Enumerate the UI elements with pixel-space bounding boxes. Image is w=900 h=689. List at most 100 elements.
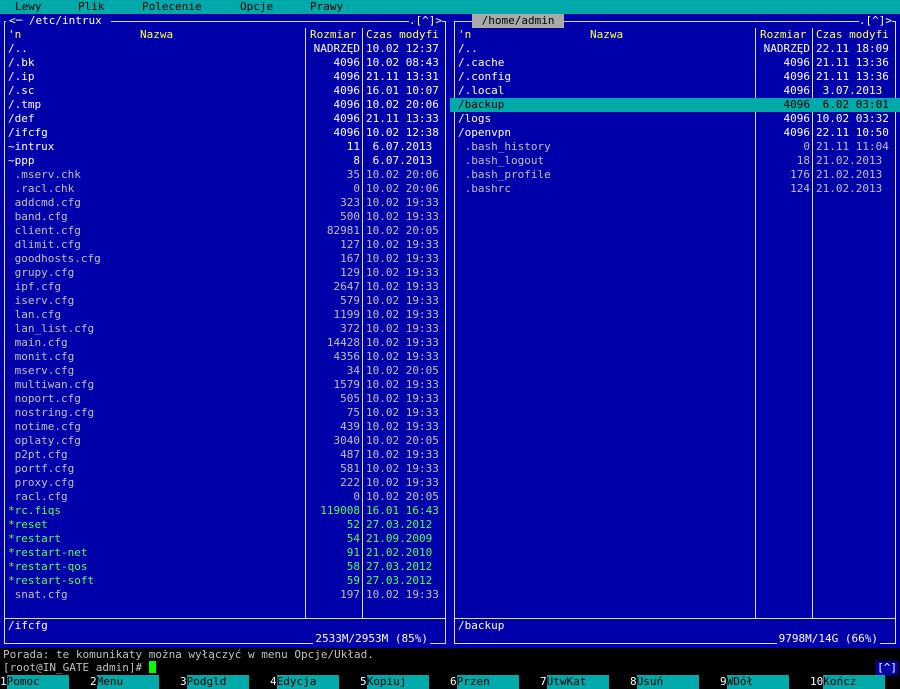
hint-line: Porada: te komunikaty można wyłączyć w m… <box>3 648 374 661</box>
file-mtime: 21.02.2013 <box>816 154 883 167</box>
file-name: iserv.cfg <box>8 294 75 307</box>
fkey-2-button[interactable]: 2Menu <box>90 675 159 689</box>
menu-command[interactable]: Polecenie <box>142 0 202 14</box>
left-file-row[interactable]: p2pt.cfg 487 10.02 19:33 <box>0 448 450 462</box>
left-file-row[interactable]: *restart 54 21.09.2009 <box>0 532 450 546</box>
left-file-row[interactable]: client.cfg 82981 10.02 20:05 <box>0 224 450 238</box>
left-panel-path[interactable]: <─ /etc/intrux <box>6 14 112 28</box>
fkey-label: Kończ <box>823 675 886 689</box>
left-file-row[interactable]: /.bk 4096 10.02 08:43 <box>0 56 450 70</box>
fkey-10-button[interactable]: 10Kończ <box>810 675 886 689</box>
right-file-row[interactable]: .bashrc 124 21.02.2013 <box>450 182 900 196</box>
menu-file[interactable]: Plik <box>78 0 105 14</box>
left-file-row[interactable]: /def 4096 21.11 13:33 <box>0 112 450 126</box>
right-file-row[interactable]: /.. NADRZĘD 22.11 18:09 <box>450 42 900 56</box>
menu-right[interactable]: Prawy <box>310 0 343 14</box>
left-file-row[interactable]: .mserv.chk 35 10.02 20:06 <box>0 168 450 182</box>
right-col-time[interactable]: Czas modyfi <box>816 28 889 42</box>
file-size: 4096 <box>333 98 361 111</box>
left-file-row[interactable]: /.tmp 4096 10.02 20:06 <box>0 98 450 112</box>
right-panel[interactable]: /home/admin .[^]> 'n Nazwa Rozmiar Czas … <box>450 14 900 648</box>
left-file-row[interactable]: *restart-qos 58 27.03.2012 <box>0 560 450 574</box>
fkey-4-button[interactable]: 4Edycja <box>270 675 339 689</box>
file-name: lan_list.cfg <box>8 322 95 335</box>
left-file-row[interactable]: .racl.chk 0 10.02 20:06 <box>0 182 450 196</box>
history-left-arrow[interactable]: < <box>9 14 16 27</box>
fkey-9-button[interactable]: 9WDół <box>720 675 789 689</box>
left-file-row[interactable]: main.cfg 14428 10.02 19:33 <box>0 336 450 350</box>
left-file-row[interactable]: *restart-soft 59 27.03.2012 <box>0 574 450 588</box>
right-file-row[interactable]: .bash_history 0 21.11 11:04 <box>450 140 900 154</box>
left-file-row[interactable]: *reset 52 27.03.2012 <box>0 518 450 532</box>
right-panel-path[interactable]: /home/admin <box>472 14 565 28</box>
file-mtime: 21.02.2013 <box>816 182 883 195</box>
fkey-6-button[interactable]: 6Przen <box>450 675 519 689</box>
right-file-row[interactable]: /.config 4096 21.11 13:36 <box>450 70 900 84</box>
menu-options[interactable]: Opcje <box>240 0 273 14</box>
left-file-row[interactable]: oplaty.cfg 3040 10.02 20:05 <box>0 434 450 448</box>
left-file-row[interactable]: portf.cfg 581 10.02 19:33 <box>0 462 450 476</box>
left-file-row[interactable]: ipf.cfg 2647 10.02 19:33 <box>0 280 450 294</box>
right-file-row[interactable]: /backup 4096 6.02 03:01 <box>450 98 900 112</box>
file-mtime: 10.02 12:38 <box>366 126 439 139</box>
left-file-row[interactable]: goodhosts.cfg 167 10.02 19:33 <box>0 252 450 266</box>
left-file-row[interactable]: grupy.cfg 129 10.02 19:33 <box>0 266 450 280</box>
right-panel-history-button[interactable]: .[^]> <box>858 14 892 28</box>
left-file-row[interactable]: *restart-net 91 21.02.2010 <box>0 546 450 560</box>
left-col-time[interactable]: Czas modyfi <box>366 28 439 42</box>
left-col-size[interactable]: Rozmiar <box>310 28 356 42</box>
left-file-row[interactable]: lan_list.cfg 372 10.02 19:33 <box>0 322 450 336</box>
left-file-row[interactable]: band.cfg 500 10.02 19:33 <box>0 210 450 224</box>
right-col-size[interactable]: Rozmiar <box>760 28 806 42</box>
file-name: .bashrc <box>458 182 511 195</box>
fkey-8-button[interactable]: 8Usuń <box>630 675 699 689</box>
command-line[interactable]: [root@IN_GATE admin]# <box>3 661 156 675</box>
fkey-5-button[interactable]: 5Kopiuj <box>360 675 429 689</box>
left-file-row[interactable]: /.. NADRZĘD 10.02 12:37 <box>0 42 450 56</box>
right-file-row[interactable]: /logs 4096 10.02 03:32 <box>450 112 900 126</box>
left-file-row[interactable]: mserv.cfg 34 10.02 20:05 <box>0 364 450 378</box>
left-file-row[interactable]: multiwan.cfg 1579 10.02 19:33 <box>0 378 450 392</box>
left-file-row[interactable]: dlimit.cfg 127 10.02 19:33 <box>0 238 450 252</box>
fkey-7-button[interactable]: 7UtwKat <box>540 675 609 689</box>
left-file-row[interactable]: racl.cfg 0 10.02 20:05 <box>0 490 450 504</box>
fkey-3-button[interactable]: 3Podgld <box>180 675 249 689</box>
left-file-row[interactable]: lan.cfg 1199 10.02 19:33 <box>0 308 450 322</box>
left-file-row[interactable]: ~ppp 8 6.07.2013 <box>0 154 450 168</box>
left-file-row[interactable]: notime.cfg 439 10.02 19:33 <box>0 420 450 434</box>
left-panel[interactable]: <─ /etc/intrux .[^]> 'n Nazwa Rozmiar Cz… <box>0 14 450 648</box>
left-file-row[interactable]: *rc.fiqs 119008 16.01 16:43 <box>0 504 450 518</box>
file-size: 500 <box>340 210 360 223</box>
menu-left[interactable]: Lewy <box>15 0 42 14</box>
left-file-row[interactable]: /.sc 4096 16.01 10:07 <box>0 84 450 98</box>
left-col-name[interactable]: Nazwa <box>140 28 173 42</box>
file-mtime: 22.11 18:09 <box>816 42 889 55</box>
file-mtime: 10.02 19:33 <box>366 406 439 419</box>
right-col-name[interactable]: Nazwa <box>590 28 623 42</box>
left-file-row[interactable]: /ifcfg 4096 10.02 12:38 <box>0 126 450 140</box>
right-file-row[interactable]: .bash_profile 176 21.02.2013 <box>450 168 900 182</box>
right-file-row[interactable]: /.cache 4096 21.11 13:36 <box>450 56 900 70</box>
left-file-row[interactable]: /.ip 4096 21.11 13:31 <box>0 70 450 84</box>
file-size: 4096 <box>333 126 361 139</box>
fkey-number: 5 <box>360 675 367 688</box>
left-file-row[interactable]: snat.cfg 197 10.02 19:33 <box>0 588 450 602</box>
file-mtime: 10.02 19:33 <box>366 322 439 335</box>
left-sort-indicator[interactable]: 'n <box>8 28 21 42</box>
left-file-row[interactable]: addcmd.cfg 323 10.02 19:33 <box>0 196 450 210</box>
right-file-row[interactable]: /.local 4096 3.07.2013 <box>450 84 900 98</box>
fkey-1-button[interactable]: 1Pomoc <box>0 675 69 689</box>
right-file-row[interactable]: /openvpn 4096 22.11 10:50 <box>450 126 900 140</box>
right-sort-indicator[interactable]: 'n <box>458 28 471 42</box>
left-panel-history-button[interactable]: .[^]> <box>408 14 442 28</box>
left-file-row[interactable]: noport.cfg 505 10.02 19:33 <box>0 392 450 406</box>
fkey-label: Usuń <box>636 675 699 689</box>
command-history-button[interactable]: [^] <box>876 661 898 675</box>
left-file-row[interactable]: nostring.cfg 75 10.02 19:33 <box>0 406 450 420</box>
left-file-row[interactable]: ~intrux 11 6.07.2013 <box>0 140 450 154</box>
left-file-row[interactable]: proxy.cfg 222 10.02 19:33 <box>0 476 450 490</box>
left-file-row[interactable]: monit.cfg 4356 10.02 19:33 <box>0 350 450 364</box>
left-file-row[interactable]: iserv.cfg 579 10.02 19:33 <box>0 294 450 308</box>
right-file-row[interactable]: .bash_logout 18 21.02.2013 <box>450 154 900 168</box>
file-mtime: 21.02.2010 <box>366 546 433 559</box>
